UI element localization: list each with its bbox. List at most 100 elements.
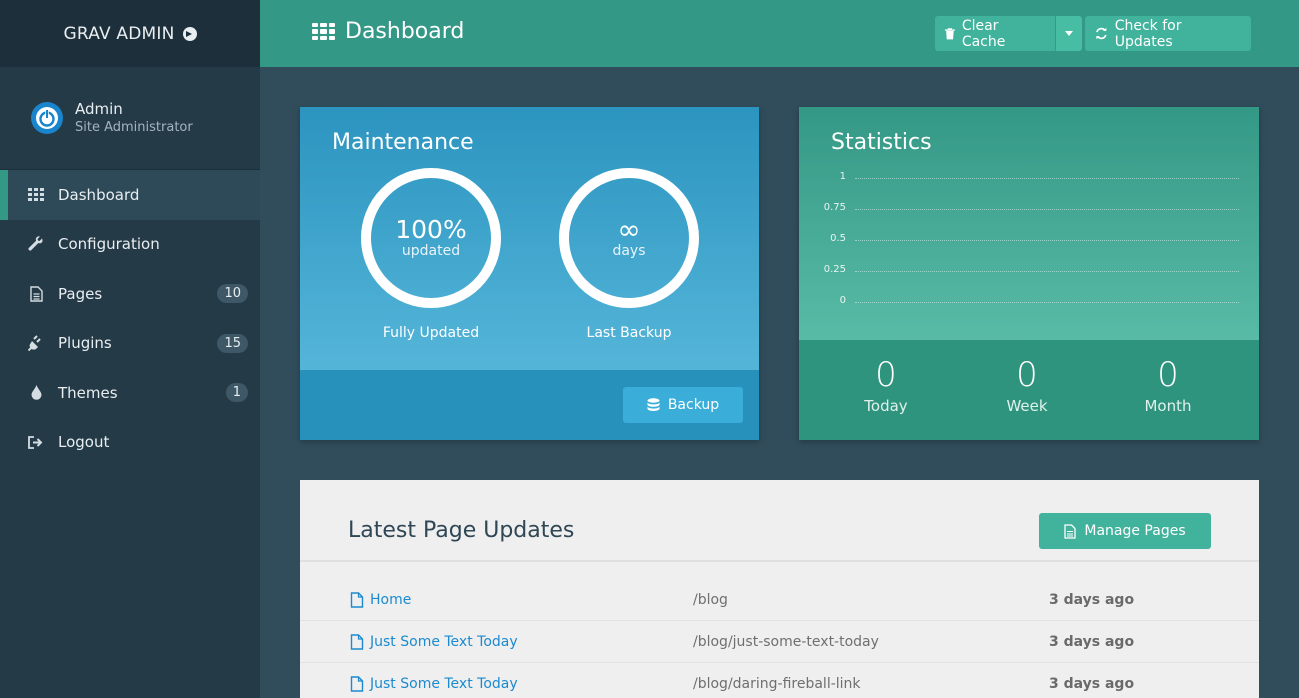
file-icon [1064,523,1077,539]
page-route: /blog/daring-fireball-link [693,675,861,692]
backup-button-label: Backup [667,397,720,413]
sidebar-item-label: Dashboard [58,185,140,204]
table-row: Just Some Text Today /blog/just-some-tex… [300,621,1259,663]
divider [300,560,1259,562]
backup-gauge: ∞ days [559,168,699,308]
gridline [855,302,1239,303]
updated-value: 100% [395,215,467,244]
plugins-count-badge: 15 [217,333,248,353]
page-link[interactable]: Just Some Text Today [350,676,518,692]
updated-label: Fully Updated [382,325,480,341]
stat-month-value: 0 [1157,355,1179,395]
page-route: /blog [693,591,728,608]
table-row: Home /blog 3 days ago [300,579,1259,621]
file-icon [350,675,364,692]
sidebar-item-label: Configuration [58,235,160,254]
backup-value: ∞ [617,213,641,246]
power-icon [36,107,58,129]
sidebar-item-label: Themes [58,383,118,402]
pages-count-badge: 10 [217,284,248,304]
check-for-updates-label: Check for Updates [1114,17,1182,50]
statistics-card: Statistics 1 0.75 0.5 0.25 0 0 Today 0 W… [799,107,1259,440]
page-title: Just Some Text Today [370,633,518,650]
clear-cache-dropdown-button[interactable] [1055,16,1082,51]
page-link[interactable]: Just Some Text Today [350,634,518,650]
gridline [855,178,1239,179]
brand-name: GRAV ADMIN [63,23,175,44]
updated-gauge: 100% updated [361,168,501,308]
clear-cache-label: Clear Cache [961,17,1006,50]
stat-today-value: 0 [875,355,897,395]
grid-icon [312,23,335,40]
caret-down-icon [1065,31,1073,36]
user-role: Site Administrator [75,120,193,135]
file-icon [350,591,364,608]
page-link[interactable]: Home [350,592,411,608]
sidebar: GRAV ADMIN Admin Site Administrator Dash… [0,0,260,698]
sign-out-icon [27,435,45,449]
y-tick-label: 0.75 [823,202,846,213]
refresh-icon [1096,27,1107,40]
database-icon [647,397,660,411]
y-tick-label: 1 [839,171,846,182]
page-modified: 3 days ago [1049,675,1135,692]
sidebar-item-label: Pages [58,284,103,303]
gridline [855,209,1239,210]
page-title: Home [370,591,412,608]
sidebar-item-logout[interactable]: Logout [0,418,260,468]
updates-title: Latest Page Updates [348,518,575,543]
y-tick-label: 0.5 [830,233,846,244]
gridline [855,240,1239,241]
backup-button[interactable]: Backup [623,387,743,423]
stat-today-label: Today [864,397,908,415]
maintenance-footer: Backup [300,370,759,440]
page-modified: 3 days ago [1049,591,1135,608]
page-title: Dashboard [312,19,464,44]
page-title: Just Some Text Today [370,675,518,692]
tint-icon [27,385,45,401]
maintenance-title: Maintenance [332,130,474,155]
sidebar-item-dashboard[interactable]: Dashboard [0,170,260,220]
latest-page-updates-panel: Latest Page Updates Manage Pages Home /b… [300,480,1259,698]
y-tick-label: 0.25 [823,264,846,275]
updated-unit: updated [401,243,461,259]
themes-count-badge: 1 [225,383,248,403]
manage-pages-label: Manage Pages [1084,523,1186,539]
sidebar-nav: Dashboard Configuration Pages 10 Plugins… [0,170,260,467]
maintenance-card: Maintenance 100% updated Fully Updated ∞… [300,107,759,440]
file-icon [350,633,364,650]
stat-week: 0 Week [967,355,1087,415]
statistics-title: Statistics [831,130,932,155]
brand[interactable]: GRAV ADMIN [0,0,260,67]
trash-icon [945,27,955,39]
grid-icon [27,188,45,202]
wrench-icon [27,236,45,252]
y-tick-label: 0 [839,295,846,306]
backup-unit: days [612,243,646,259]
stat-today: 0 Today [826,355,946,415]
stat-week-value: 0 [1016,355,1038,395]
sidebar-item-themes[interactable]: Themes 1 [0,368,260,418]
stat-month-label: Month [1144,397,1192,415]
user-name: Admin [75,100,123,118]
stat-week-label: Week [1006,397,1048,415]
plug-icon [27,335,45,352]
topbar: Dashboard Clear Cache Check for Updates [260,0,1299,67]
backup-label: Last Backup [586,325,672,341]
page-route: /blog/just-some-text-today [693,633,879,650]
table-row: Just Some Text Today /blog/daring-fireba… [300,663,1259,698]
clear-cache-button[interactable]: Clear Cache [935,16,1055,51]
sidebar-item-plugins[interactable]: Plugins 15 [0,319,260,369]
sidebar-item-label: Logout [58,433,110,452]
sidebar-item-label: Plugins [58,334,112,353]
check-for-updates-button[interactable]: Check for Updates [1085,16,1251,51]
stat-month: 0 Month [1108,355,1228,415]
file-icon [27,286,45,302]
sidebar-item-pages[interactable]: Pages 10 [0,269,260,319]
avatar [31,102,63,134]
user-profile[interactable]: Admin Site Administrator [0,67,260,170]
gridline [855,271,1239,272]
manage-pages-button[interactable]: Manage Pages [1039,513,1211,549]
page-modified: 3 days ago [1049,633,1135,650]
sidebar-item-configuration[interactable]: Configuration [0,220,260,270]
